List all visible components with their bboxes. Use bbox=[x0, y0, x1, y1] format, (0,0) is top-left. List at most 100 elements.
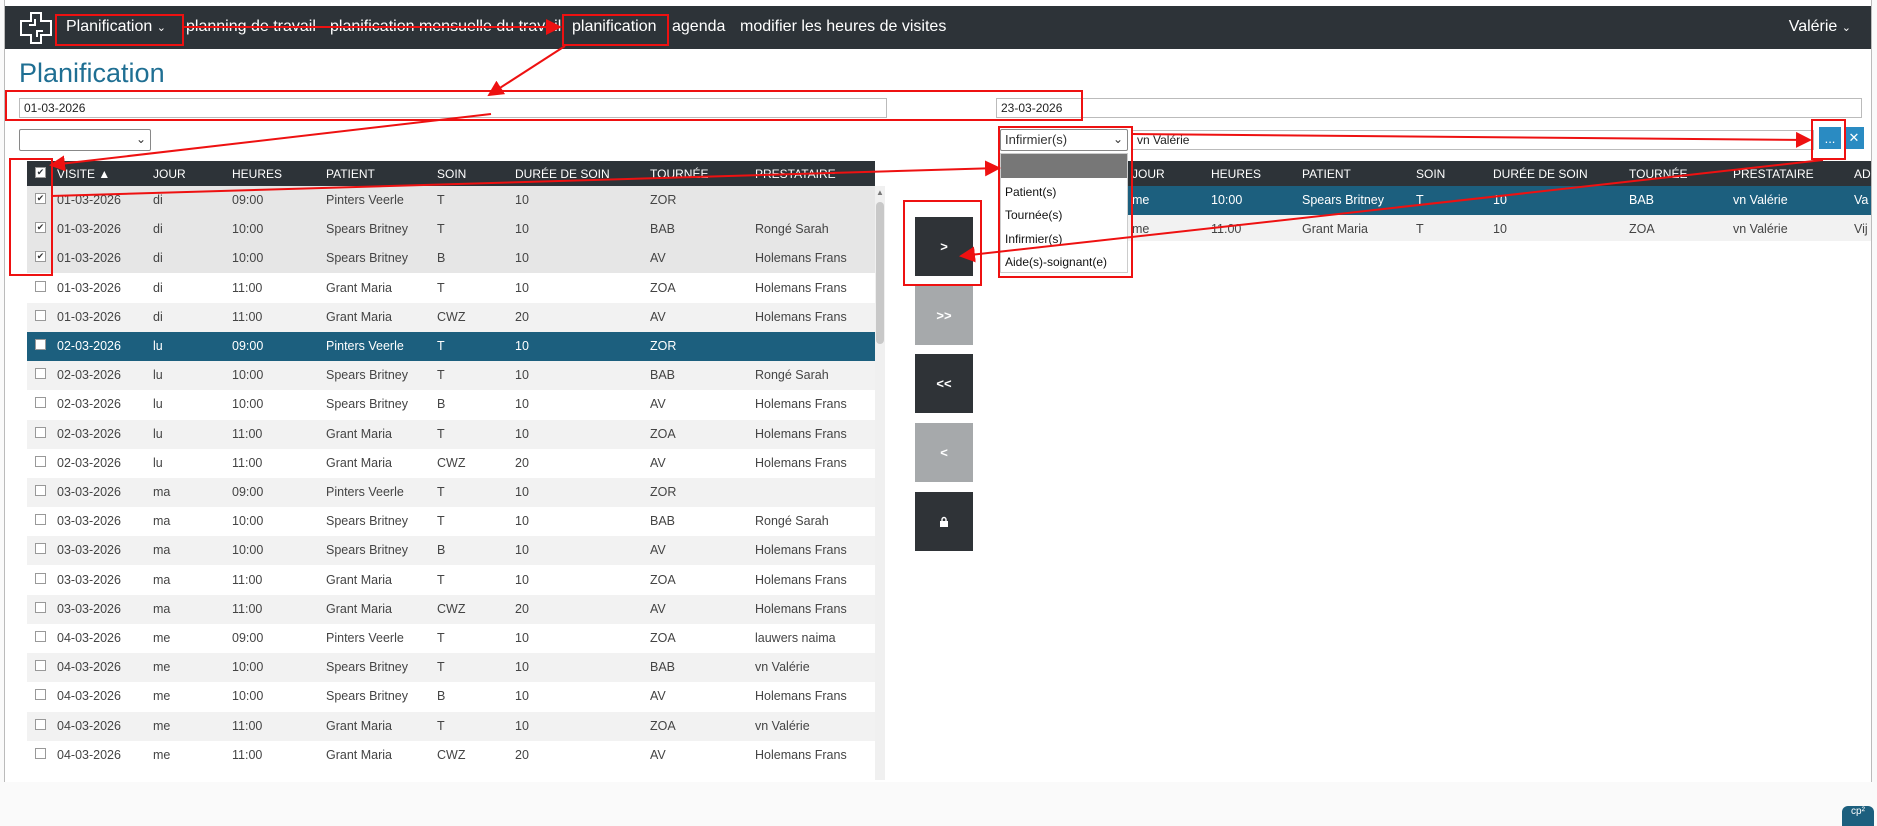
table-row[interactable]: 03-03-2026 ma 09:00 Pinters Veerle T 10 ZOR bbox=[27, 478, 875, 507]
table-cell: me bbox=[1132, 193, 1150, 207]
row-checkbox[interactable] bbox=[35, 601, 46, 613]
table-cell: BAB bbox=[650, 660, 676, 675]
table-row[interactable]: ✔ 01-03-2026 di 09:00 Pinters Veerle T 10 ZOR bbox=[27, 186, 875, 215]
col-heures[interactable]: HEURES bbox=[232, 167, 282, 181]
col-jour[interactable]: JOUR bbox=[153, 167, 186, 181]
row-checkbox[interactable] bbox=[35, 514, 46, 526]
table-cell: lu bbox=[153, 455, 163, 470]
table-cell: Spears Britney bbox=[326, 514, 408, 529]
table-cell: ma bbox=[153, 485, 171, 499]
col-soin[interactable]: SOIN bbox=[437, 167, 466, 181]
table-cell: 10:00 bbox=[232, 689, 264, 704]
move-all-left-button[interactable]: << bbox=[915, 354, 973, 413]
row-checkbox[interactable] bbox=[35, 309, 46, 321]
col-prestataire[interactable]: PRESTATAIRE bbox=[755, 167, 836, 181]
table-cell: T bbox=[437, 660, 445, 675]
col-heures[interactable]: HEURES bbox=[1211, 167, 1261, 181]
table-cell: BAB bbox=[1629, 193, 1655, 207]
col-duree[interactable]: DURÉE DE SOIN bbox=[515, 167, 610, 181]
table-cell: AV bbox=[650, 251, 666, 266]
row-checkbox[interactable] bbox=[35, 543, 46, 555]
table-row[interactable]: 03-03-2026 ma 11:00 Grant Maria CWZ 20 AV Holem… bbox=[27, 594, 875, 624]
table-row[interactable]: 04-03-2026 me 11:00 Grant Maria T 10 ZOA vn Val… bbox=[27, 711, 875, 741]
table-cell: Holemans Frans bbox=[755, 455, 847, 470]
table-row[interactable]: 01-03-2026 di 11:00 Grant Maria T 10 ZOA Holema… bbox=[27, 274, 875, 303]
row-checkbox[interactable] bbox=[35, 455, 46, 467]
nav-planification-mensuelle[interactable]: planification mensuelle du travail bbox=[330, 18, 561, 36]
row-checkbox[interactable] bbox=[35, 280, 46, 292]
table-cell: ZOA bbox=[650, 426, 676, 441]
table-row[interactable]: 01-03-2026 di 11:00 Grant Maria CWZ 20 AV Holem… bbox=[27, 302, 875, 332]
row-checkbox[interactable] bbox=[35, 368, 46, 380]
table-row[interactable]: 03-03-2026 ma 10:00 Spears Britney B 10 AV Hole… bbox=[27, 536, 875, 566]
table-row[interactable]: me 10:00 Spears Britney T 10 BAB vn Valérie Va bbox=[1128, 186, 1871, 215]
table-cell: 10 bbox=[515, 368, 529, 383]
table-row[interactable]: 04-03-2026 me 10:00 Spears Britney T 10 BAB vn … bbox=[27, 653, 875, 683]
row-checkbox[interactable] bbox=[35, 631, 46, 642]
col-patient[interactable]: PATIENT bbox=[1302, 167, 1351, 181]
close-icon[interactable]: ✕ bbox=[1844, 127, 1864, 149]
nav-agenda[interactable]: agenda bbox=[672, 18, 725, 36]
nav-planning-de-travail[interactable]: planning de travail bbox=[186, 18, 316, 36]
row-checkbox[interactable] bbox=[35, 485, 46, 496]
table-cell: 20 bbox=[515, 601, 529, 616]
table-row[interactable]: 04-03-2026 me 11:00 Grant Maria CWZ 20 AV Holem… bbox=[27, 741, 875, 770]
table-row[interactable]: me 11:00 Grant Maria T 10 ZOA vn Valérie Vij bbox=[1128, 215, 1871, 241]
row-checkbox[interactable] bbox=[35, 660, 46, 672]
table-cell: 09:00 bbox=[232, 631, 264, 645]
table-cell: T bbox=[437, 222, 445, 237]
table-row[interactable]: 02-03-2026 lu 10:00 Spears Britney B 10 AV Hole… bbox=[27, 390, 875, 419]
row-checkbox[interactable] bbox=[35, 718, 46, 730]
table-cell: AV bbox=[650, 689, 666, 704]
col-tournee[interactable]: TOURNÉE bbox=[650, 167, 708, 181]
app-logo-icon[interactable] bbox=[19, 11, 53, 45]
chat-widget-button[interactable]: cp² bbox=[1842, 806, 1874, 826]
table-row[interactable]: 02-03-2026 lu 10:00 Spears Britney T 10 BAB Ron… bbox=[27, 361, 875, 391]
table-cell: Grant Maria bbox=[326, 455, 392, 470]
left-grid-scrollbar[interactable]: ▲ bbox=[875, 186, 885, 780]
table-row[interactable]: 02-03-2026 lu 11:00 Grant Maria T 10 ZOA Holema… bbox=[27, 419, 875, 449]
col-prestataire[interactable]: PRESTATAIRE bbox=[1733, 167, 1814, 181]
nav-modifier-heures-visites[interactable]: modifier les heures de visites bbox=[740, 18, 946, 36]
col-tournee[interactable]: TOURNÉE bbox=[1629, 167, 1687, 181]
table-cell: lauwers naima bbox=[755, 631, 836, 645]
table-cell: 10:00 bbox=[232, 514, 264, 529]
scroll-thumb[interactable] bbox=[876, 202, 884, 344]
table-cell: Spears Britney bbox=[326, 689, 408, 704]
col-visite[interactable]: VISITE ▲ bbox=[57, 167, 110, 181]
table-row[interactable]: 03-03-2026 ma 10:00 Spears Britney T 10 BAB Ron… bbox=[27, 507, 875, 536]
table-row[interactable]: 04-03-2026 me 10:00 Spears Britney B 10 AV Hole… bbox=[27, 682, 875, 711]
person-field[interactable]: vn Valérie bbox=[1132, 130, 1814, 150]
row-checkbox[interactable] bbox=[35, 747, 46, 759]
date-to-field[interactable]: 23-03-2026 bbox=[996, 98, 1862, 118]
table-row[interactable]: ✔ 01-03-2026 di 10:00 Spears Britney B 10 AV Hol… bbox=[27, 244, 875, 274]
row-checkbox[interactable] bbox=[35, 397, 46, 409]
user-menu[interactable]: Valérie ⌄ bbox=[1789, 18, 1851, 36]
right-grid-header: JOUR HEURES PATIENT SOIN DURÉE DE SOIN T… bbox=[1128, 161, 1871, 186]
row-checkbox[interactable] bbox=[35, 572, 46, 584]
table-row[interactable]: 03-03-2026 ma 11:00 Grant Maria T 10 ZOA Holema… bbox=[27, 566, 875, 595]
move-selected-left-button[interactable]: < bbox=[915, 423, 973, 482]
row-checkbox[interactable] bbox=[35, 426, 46, 438]
col-jour[interactable]: JOUR bbox=[1132, 167, 1165, 181]
table-cell: AV bbox=[650, 309, 666, 324]
scroll-up-icon[interactable]: ▲ bbox=[875, 188, 885, 197]
col-soin[interactable]: SOIN bbox=[1416, 167, 1445, 181]
move-all-right-button[interactable]: >> bbox=[915, 286, 973, 345]
table-row[interactable]: 02-03-2026 lu 11:00 Grant Maria CWZ 20 AV Holem… bbox=[27, 449, 875, 478]
table-cell: Rongé Sarah bbox=[755, 514, 829, 529]
table-row[interactable]: ✔ 01-03-2026 di 10:00 Spears Britney T 10 BAB Ro… bbox=[27, 215, 875, 245]
table-cell: Spears Britney bbox=[326, 543, 408, 558]
row-checkbox[interactable] bbox=[35, 339, 46, 350]
table-row[interactable]: 04-03-2026 me 09:00 Pinters Veerle T 10 ZOA lau… bbox=[27, 624, 875, 653]
col-ad[interactable]: AD bbox=[1854, 167, 1871, 181]
table-cell: Grant Maria bbox=[326, 572, 392, 587]
col-patient[interactable]: PATIENT bbox=[326, 167, 375, 181]
row-checkbox[interactable] bbox=[35, 689, 46, 701]
table-row[interactable]: 02-03-2026 lu 09:00 Pinters Veerle T 10 ZOR bbox=[27, 332, 875, 361]
table-cell: lu bbox=[153, 426, 163, 441]
table-cell: T bbox=[437, 339, 445, 353]
col-duree[interactable]: DURÉE DE SOIN bbox=[1493, 167, 1588, 181]
left-filter-select[interactable]: ⌄ bbox=[19, 129, 151, 151]
lock-button[interactable] bbox=[915, 492, 973, 551]
